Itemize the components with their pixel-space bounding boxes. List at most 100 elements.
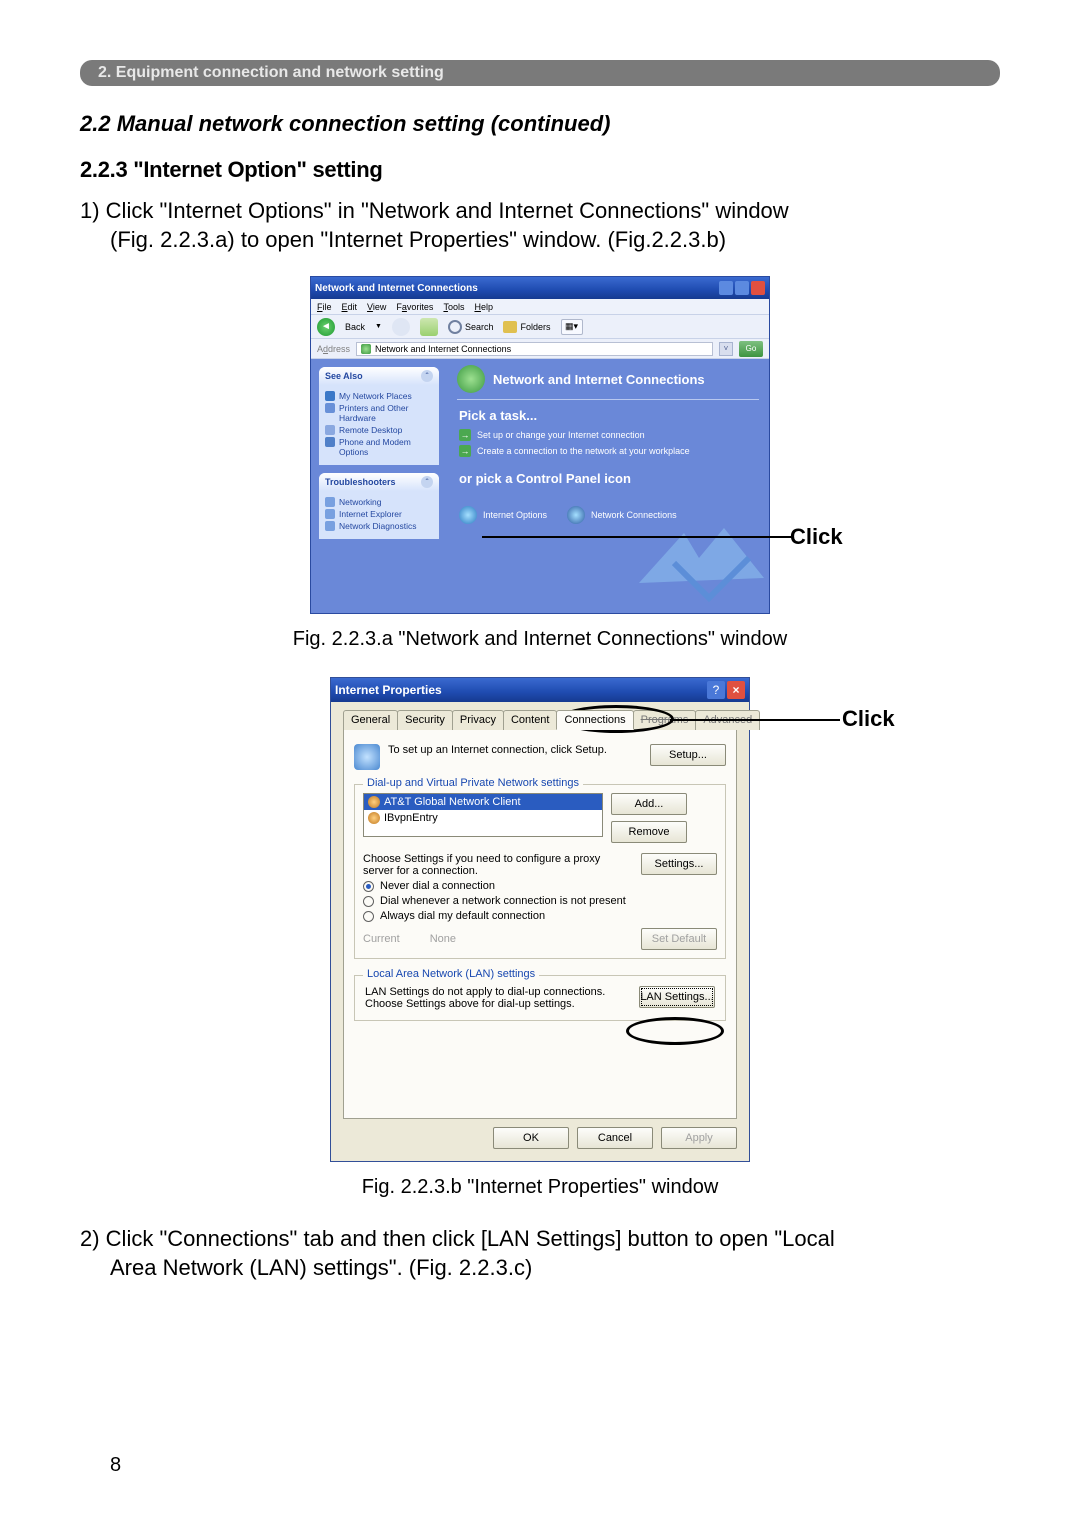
ok-button[interactable]: OK xyxy=(493,1127,569,1149)
radio-always-dial[interactable]: Always dial my default connection xyxy=(363,910,717,922)
menu-file[interactable]: File xyxy=(317,302,332,312)
setup-button[interactable]: Setup... xyxy=(650,744,726,766)
caption-a: Fig. 2.2.3.a "Network and Internet Conne… xyxy=(80,628,1000,651)
views-button[interactable]: ▦▾ xyxy=(561,319,583,335)
globe-icon xyxy=(368,796,380,808)
ip-titlebar: Internet Properties ? × xyxy=(331,678,749,702)
panel-title-troubleshooters: Troubleshooters xyxy=(325,477,396,487)
click-label-a: Click xyxy=(790,524,843,550)
sidebar-panel-see-also: See Also ˆ My Network Places Printers an… xyxy=(319,367,439,465)
address-icon xyxy=(361,344,371,354)
help-icon[interactable]: ? xyxy=(707,681,725,699)
tab-security[interactable]: Security xyxy=(397,710,453,730)
xp-body: See Also ˆ My Network Places Printers an… xyxy=(311,359,769,613)
radio-dial-whenever[interactable]: Dial whenever a network connection is no… xyxy=(363,895,717,907)
network-connections-icon xyxy=(567,506,585,524)
remove-button[interactable]: Remove xyxy=(611,821,687,843)
sidebar-item-printers[interactable]: Printers and Other Hardware xyxy=(325,403,433,423)
lan-settings-button[interactable]: LAN Settings... xyxy=(639,986,715,1008)
step1-line1: 1) Click "Internet Options" in "Network … xyxy=(80,198,789,223)
back-label[interactable]: Back xyxy=(345,322,365,332)
setup-icon xyxy=(354,744,380,770)
tab-content[interactable]: Content xyxy=(503,710,558,730)
radio-never-dial[interactable]: Never dial a connection xyxy=(363,880,717,892)
sidebar-item-netdiag[interactable]: Network Diagnostics xyxy=(325,521,433,531)
forward-button[interactable] xyxy=(392,318,410,336)
xp-sidebar: See Also ˆ My Network Places Printers an… xyxy=(311,359,447,613)
ip-title: Internet Properties xyxy=(335,683,442,697)
back-button[interactable]: ◄ xyxy=(317,318,335,336)
close-icon[interactable]: × xyxy=(727,681,745,699)
annotation-line xyxy=(670,719,840,721)
cp-internet-options[interactable]: Internet Options xyxy=(459,506,547,524)
back-dropdown-icon[interactable]: ▼ xyxy=(375,323,382,330)
sidebar-panel-troubleshooters: Troubleshooters ˆ Networking Internet Ex… xyxy=(319,473,439,539)
folder-icon xyxy=(503,321,517,333)
xp-window-title: Network and Internet Connections xyxy=(315,283,478,294)
sidebar-item-ie[interactable]: Internet Explorer xyxy=(325,509,433,519)
subsection-title: 2.2.3 "Internet Option" setting xyxy=(80,157,1000,183)
go-button[interactable]: Go xyxy=(739,341,763,357)
sidebar-item-phone-modem[interactable]: Phone and Modem Options xyxy=(325,437,433,457)
current-label: Current xyxy=(363,933,400,945)
step2-line2: Area Network (LAN) settings". (Fig. 2.2.… xyxy=(80,1254,1000,1283)
xp-content: Network and Internet Connections Pick a … xyxy=(447,359,769,613)
tab-connections[interactable]: Connections xyxy=(556,710,633,730)
xp-menubar: File Edit View Favorites Tools Help xyxy=(311,299,769,315)
collapse-icon[interactable]: ˆ xyxy=(421,476,433,488)
address-field[interactable]: Network and Internet Connections xyxy=(356,342,713,356)
list-item[interactable]: IBvpnEntry xyxy=(364,810,602,826)
chapter-bar: 2. Equipment connection and network sett… xyxy=(80,60,1000,86)
lan-frame-title: Local Area Network (LAN) settings xyxy=(363,968,539,980)
figure-b-container: Internet Properties ? × General Security… xyxy=(330,677,750,1162)
lan-text: LAN Settings do not apply to dial-up con… xyxy=(365,986,631,1010)
address-dropdown-icon[interactable]: ˅ xyxy=(719,342,733,356)
menu-view[interactable]: View xyxy=(367,302,386,312)
task-setup-connection[interactable]: → Set up or change your Internet connect… xyxy=(459,429,757,441)
folders-button[interactable]: Folders xyxy=(503,321,550,333)
step2-text: 2) Click "Connections" tab and then clic… xyxy=(80,1225,1000,1282)
close-icon[interactable] xyxy=(751,281,765,295)
panel-title-see-also: See Also xyxy=(325,371,363,381)
set-default-button: Set Default xyxy=(641,928,717,950)
search-button[interactable]: Search xyxy=(448,320,494,334)
sidebar-item-my-network-places[interactable]: My Network Places xyxy=(325,391,433,401)
dialup-frame: Dial-up and Virtual Private Network sett… xyxy=(354,784,726,959)
tab-privacy[interactable]: Privacy xyxy=(452,710,504,730)
step2-line1: 2) Click "Connections" tab and then clic… xyxy=(80,1226,835,1251)
menu-favorites[interactable]: Favorites xyxy=(396,302,433,312)
folders-label: Folders xyxy=(520,322,550,332)
xp-window: Network and Internet Connections File Ed… xyxy=(310,276,770,614)
arrow-icon: → xyxy=(459,445,471,457)
address-value: Network and Internet Connections xyxy=(375,344,511,354)
task-create-connection[interactable]: → Create a connection to the network at … xyxy=(459,445,757,457)
minimize-icon[interactable] xyxy=(719,281,733,295)
cancel-button[interactable]: Cancel xyxy=(577,1127,653,1149)
chapter-bar-text: 2. Equipment connection and network sett… xyxy=(98,64,444,82)
menu-edit[interactable]: Edit xyxy=(342,302,358,312)
category-title: Network and Internet Connections xyxy=(493,372,705,387)
ip-body: General Security Privacy Content Connect… xyxy=(331,702,749,1161)
step1-line2: (Fig. 2.2.3.a) to open "Internet Propert… xyxy=(80,226,1000,255)
list-item[interactable]: AT&T Global Network Client xyxy=(364,794,602,810)
proxy-text: Choose Settings if you need to configure… xyxy=(363,853,633,877)
sidebar-item-remote-desktop[interactable]: Remote Desktop xyxy=(325,425,433,435)
tab-general[interactable]: General xyxy=(343,710,398,730)
collapse-icon[interactable]: ˆ xyxy=(421,370,433,382)
lan-frame: Local Area Network (LAN) settings LAN Se… xyxy=(354,975,726,1021)
search-label: Search xyxy=(465,322,494,332)
figure-a-container: Network and Internet Connections File Ed… xyxy=(310,276,770,614)
menu-tools[interactable]: Tools xyxy=(443,302,464,312)
menu-help[interactable]: Help xyxy=(474,302,493,312)
maximize-icon[interactable] xyxy=(735,281,749,295)
xp-titlebar: Network and Internet Connections xyxy=(311,277,769,299)
up-button[interactable] xyxy=(420,318,438,336)
arrow-icon: → xyxy=(459,429,471,441)
current-value: None xyxy=(430,933,611,945)
tasks-section: Pick a task... → Set up or change your I… xyxy=(447,400,769,500)
sidebar-item-networking[interactable]: Networking xyxy=(325,497,433,507)
add-button[interactable]: Add... xyxy=(611,793,687,815)
dialog-buttons: OK Cancel Apply xyxy=(343,1119,737,1151)
connections-list[interactable]: AT&T Global Network Client IBvpnEntry xyxy=(363,793,603,837)
settings-button[interactable]: Settings... xyxy=(641,853,717,875)
